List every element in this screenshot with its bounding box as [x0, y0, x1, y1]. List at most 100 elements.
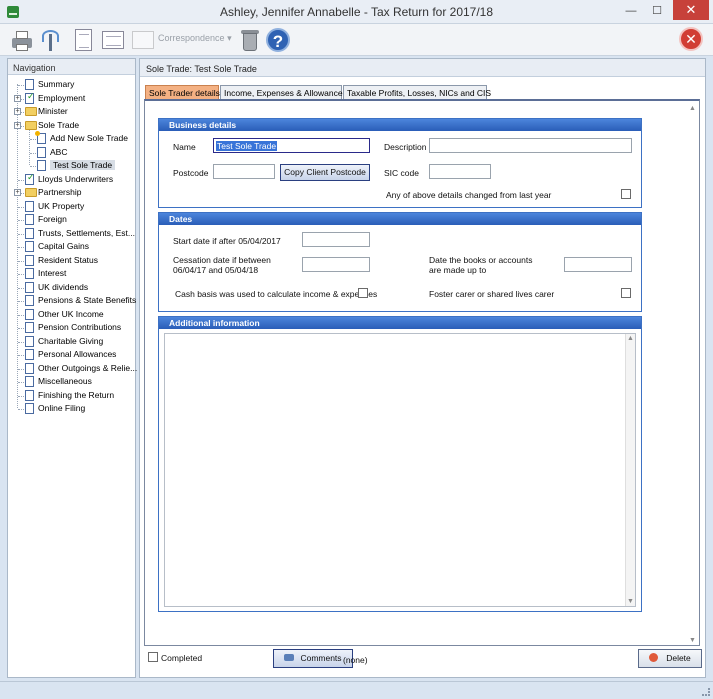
- comment-icon: [284, 654, 295, 661]
- sic-code-label: SIC code: [384, 168, 419, 178]
- nav-item-label: Lloyds Underwriters: [38, 173, 114, 184]
- additional-information-textarea[interactable]: ▲ ▼: [164, 333, 636, 607]
- content-panel: Sole Trade: Test Sole Trade Sole Trader …: [139, 58, 706, 678]
- comments-button[interactable]: Comments: [273, 649, 353, 668]
- nav-item-label: ABC: [50, 146, 68, 157]
- document-icon: [25, 295, 34, 306]
- start-date-input[interactable]: [302, 232, 370, 247]
- foster-carer-checkbox[interactable]: [621, 288, 631, 298]
- completed-checkbox[interactable]: [148, 652, 158, 662]
- online-filing-icon[interactable]: [39, 28, 63, 52]
- copy-client-postcode-button[interactable]: Copy Client Postcode: [280, 164, 370, 181]
- resize-grip-icon[interactable]: [702, 688, 710, 696]
- nav-item-label: Sole Trade: [38, 119, 80, 130]
- scroll-up-icon[interactable]: ▲: [689, 105, 696, 112]
- nav-item-pensions-state-benefits[interactable]: Pensions & State Benefits: [8, 294, 136, 307]
- comments-label: Comments: [300, 653, 342, 663]
- nav-item-charitable-giving[interactable]: Charitable Giving: [8, 335, 136, 348]
- scroll-up-icon[interactable]: ▲: [627, 335, 634, 342]
- status-bar: [0, 681, 713, 699]
- nav-item-uk-property[interactable]: UK Property: [8, 200, 136, 213]
- nav-item-sole-trade[interactable]: + Sole Trade: [8, 119, 136, 132]
- nav-item-miscellaneous[interactable]: Miscellaneous: [8, 375, 136, 388]
- name-label: Name: [173, 142, 196, 152]
- print-icon[interactable]: [10, 28, 34, 52]
- toolbar: Correspondence ▾ ? ✕: [0, 24, 713, 56]
- exit-icon[interactable]: ✕: [679, 27, 703, 51]
- nav-item-add-new-sole-trade[interactable]: Add New Sole Trade: [8, 131, 136, 145]
- nav-item-interest[interactable]: Interest: [8, 267, 136, 280]
- document-icon: [25, 79, 34, 90]
- tab-page: Business details Name Test Sole Trade De…: [144, 99, 700, 646]
- document-icon: [25, 335, 34, 347]
- delete-icon: [649, 653, 659, 662]
- nav-item-finishing-the-return[interactable]: Finishing the Return: [8, 389, 136, 402]
- nav-item-label: Employment: [38, 92, 86, 103]
- trash-icon[interactable]: [238, 28, 262, 52]
- cessation-date-label: Cessation date if between 06/04/17 and 0…: [173, 255, 271, 275]
- nav-item-online-filing[interactable]: Online Filing: [8, 402, 136, 415]
- document-icon: [25, 389, 34, 401]
- tab-income-expenses[interactable]: Income, Expenses & Allowances: [220, 85, 347, 99]
- nav-item-uk-dividends[interactable]: UK dividends: [8, 281, 136, 294]
- nav-item-label: Resident Status: [38, 254, 99, 265]
- help-icon[interactable]: ?: [266, 28, 290, 52]
- expand-toggle-icon[interactable]: +: [14, 108, 21, 115]
- nav-item-summary[interactable]: Summary: [8, 78, 136, 91]
- scroll-down-icon[interactable]: ▼: [689, 637, 696, 644]
- nav-item-label: Finishing the Return: [38, 389, 115, 400]
- nav-item-partnership[interactable]: + Partnership: [8, 186, 136, 199]
- scroll-down-icon[interactable]: ▼: [627, 598, 634, 605]
- nav-item-pension-contributions[interactable]: Pension Contributions: [8, 321, 136, 334]
- navigation-header: Navigation: [8, 59, 135, 75]
- tab-sole-trader-details[interactable]: Sole Trader details: [145, 85, 220, 99]
- details-changed-checkbox[interactable]: [621, 189, 631, 199]
- nav-item-test-sole-trade[interactable]: Test Sole Trade: [8, 159, 136, 172]
- cessation-date-input[interactable]: [302, 257, 370, 272]
- nav-item-employment[interactable]: + Employment: [8, 91, 136, 105]
- nav-item-other-outgoings-relie[interactable]: Other Outgoings & Relie...: [8, 362, 137, 375]
- textarea-scrollbar[interactable]: ▲ ▼: [625, 334, 635, 606]
- maximize-button[interactable]: ☐: [650, 4, 664, 18]
- tab-taxable-profits[interactable]: Taxable Profits, Losses, NICs and CIS: [343, 85, 491, 99]
- nav-item-lloyds-underwriters[interactable]: Lloyds Underwriters: [8, 172, 136, 186]
- computation-icon[interactable]: [101, 28, 125, 52]
- nav-item-label: Interest: [38, 268, 67, 278]
- nav-item-label: Online Filing: [38, 403, 86, 413]
- minimize-button[interactable]: —: [624, 4, 638, 18]
- nav-item-abc[interactable]: ABC: [8, 146, 136, 159]
- cash-basis-checkbox[interactable]: [358, 288, 368, 298]
- dates-heading: Dates: [159, 213, 641, 225]
- delete-label: Delete: [666, 653, 691, 663]
- dates-group: Dates Start date if after 05/04/2017 Ces…: [158, 212, 642, 312]
- start-date-label: Start date if after 05/04/2017: [173, 236, 281, 246]
- expand-toggle-icon[interactable]: +: [14, 121, 21, 129]
- document-icon: [25, 227, 34, 239]
- nav-item-foreign[interactable]: Foreign: [8, 213, 136, 226]
- nav-item-minister[interactable]: + Minister: [8, 105, 136, 118]
- nav-item-label: Capital Gains: [38, 241, 90, 251]
- delete-button[interactable]: Delete: [638, 649, 702, 668]
- title-bar: Ashley, Jennifer Annabelle - Tax Return …: [0, 0, 713, 24]
- nav-item-personal-allowances[interactable]: Personal Allowances: [8, 348, 136, 361]
- correspondence-label: Correspondence: [158, 33, 225, 43]
- expand-toggle-icon[interactable]: +: [14, 189, 21, 196]
- name-input[interactable]: Test Sole Trade: [213, 138, 370, 153]
- postcode-input[interactable]: [213, 164, 275, 179]
- page-scrollbar[interactable]: ▲ ▼: [688, 105, 697, 644]
- content-footer: Completed Comments (none) Delete: [140, 647, 705, 677]
- checked-document-icon: [25, 172, 35, 185]
- sic-code-input[interactable]: [429, 164, 491, 179]
- nav-item-label: UK dividends: [38, 281, 89, 292]
- nav-item-capital-gains[interactable]: Capital Gains: [8, 240, 136, 253]
- form-view-icon[interactable]: [72, 28, 96, 52]
- close-window-button[interactable]: ✕: [673, 0, 709, 20]
- nav-item-trusts-settlements-est[interactable]: Trusts, Settlements, Est...: [8, 227, 136, 240]
- description-input[interactable]: [429, 138, 632, 153]
- nav-item-label: Miscellaneous: [38, 376, 92, 386]
- nav-item-resident-status[interactable]: Resident Status: [8, 254, 136, 267]
- expand-toggle-icon[interactable]: +: [14, 94, 21, 102]
- nav-item-other-uk-income[interactable]: Other UK Income: [8, 308, 136, 321]
- books-date-input[interactable]: [564, 257, 632, 272]
- name-value: Test Sole Trade: [216, 141, 278, 151]
